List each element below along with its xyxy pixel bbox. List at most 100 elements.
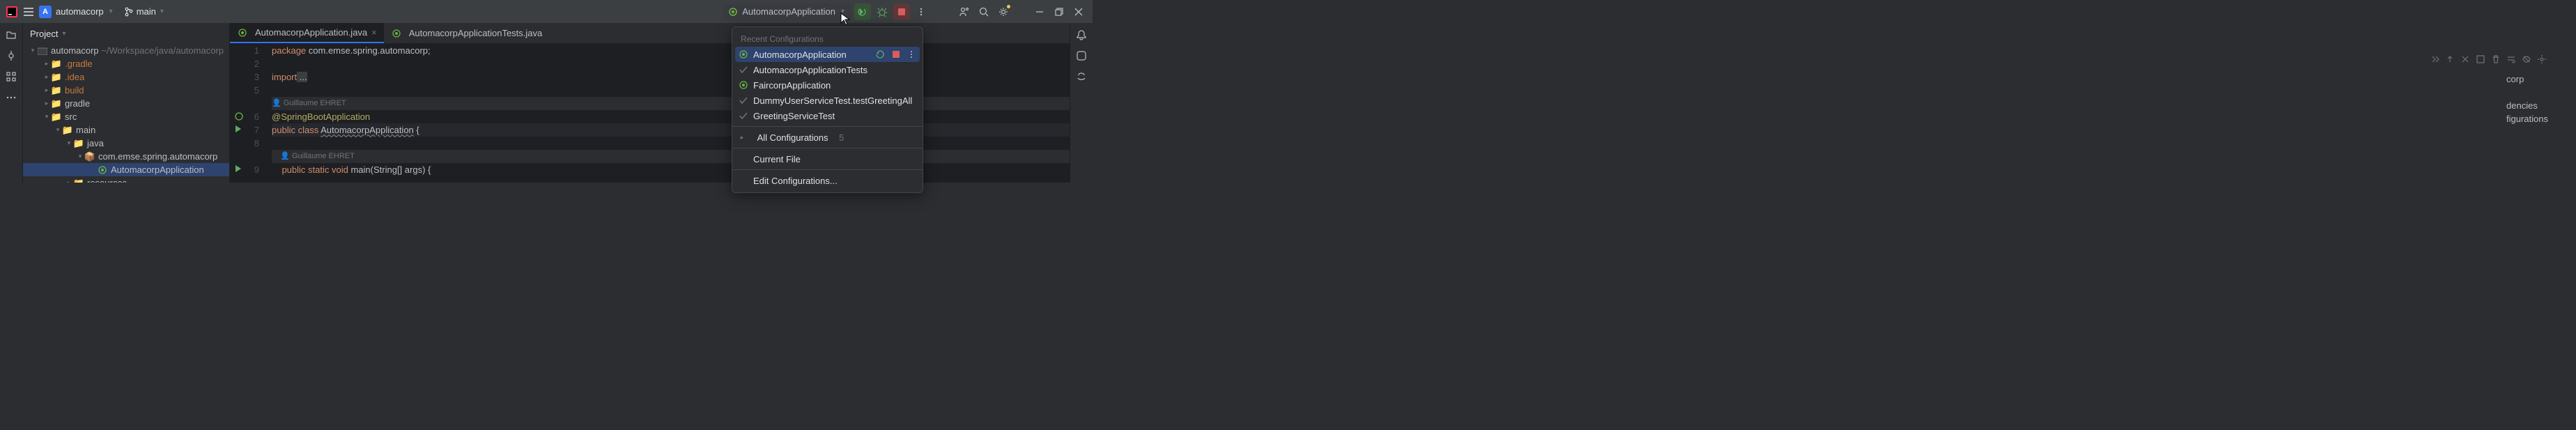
- popup-item[interactable]: FaircorpApplication: [732, 77, 923, 93]
- save-icon[interactable]: [2474, 53, 2487, 66]
- tree-item[interactable]: ▾📁src: [23, 110, 229, 123]
- intellij-logo-icon: [6, 6, 18, 18]
- popup-item-selected[interactable]: AutomacorpApplication: [735, 47, 920, 62]
- debug-button[interactable]: [874, 3, 890, 20]
- tree-item[interactable]: ▾📁main: [23, 123, 229, 137]
- folder-icon: 📁: [51, 72, 62, 83]
- spring-icon: [97, 164, 108, 176]
- editor-tab-active[interactable]: AutomacorpApplication.java ×: [230, 23, 384, 43]
- popup-item[interactable]: AutomacorpApplicationTests: [732, 62, 923, 77]
- run-gutter-icon[interactable]: [234, 112, 244, 121]
- test-icon: [738, 64, 749, 75]
- tree-item-selected[interactable]: AutomacorpApplication: [23, 163, 229, 176]
- vcs-branch[interactable]: main ▾: [124, 6, 164, 17]
- code-with-me-icon[interactable]: [956, 3, 973, 20]
- line-number: 3: [230, 70, 259, 84]
- author-annotation: 👤 Guillaume EHRET: [272, 150, 1070, 163]
- editor-tab[interactable]: AutomacorpApplicationTests.java: [384, 23, 550, 43]
- run-config-popup: Recent Configurations AutomacorpApplicat…: [732, 26, 923, 193]
- more-tool-icon[interactable]: [5, 91, 17, 104]
- settings-icon[interactable]: [2536, 53, 2548, 66]
- tree-item[interactable]: ▸📁gradle: [23, 97, 229, 110]
- gradle-tool-icon[interactable]: [1075, 70, 1088, 83]
- spring-icon: [391, 28, 402, 39]
- occluded-text: corp dencies figurations: [2506, 72, 2548, 125]
- project-badge: A: [39, 6, 52, 18]
- folder-icon: 📁: [51, 112, 62, 123]
- folder-icon: [37, 45, 48, 56]
- popup-current-file[interactable]: Current File: [732, 151, 923, 167]
- run-panel-toolbar: [2428, 53, 2548, 66]
- code-line[interactable]: @SpringBootApplication: [272, 110, 1070, 123]
- tree-item[interactable]: ▸📁resources: [23, 176, 229, 183]
- spring-icon: [738, 49, 749, 60]
- trash-icon[interactable]: [2490, 53, 2502, 66]
- chevron-down-icon: ▾: [160, 8, 164, 15]
- popup-item[interactable]: GreetingServiceTest: [732, 108, 923, 123]
- run-button[interactable]: [854, 3, 871, 20]
- chevron-down-icon[interactable]: ▾: [109, 8, 113, 15]
- branch-name: main: [137, 6, 156, 17]
- chevron-down-icon: ▾: [62, 30, 65, 38]
- tree-item[interactable]: ▾📁java: [23, 137, 229, 150]
- spring-icon: [738, 79, 749, 91]
- more-icon[interactable]: [913, 3, 930, 20]
- notifications-icon[interactable]: [1075, 29, 1088, 41]
- up-icon[interactable]: [2444, 53, 2456, 66]
- popup-item[interactable]: DummyUserServiceTest.testGreetingAll: [732, 93, 923, 108]
- test-icon: [738, 110, 749, 121]
- close-icon[interactable]: [1070, 3, 1087, 20]
- run-gutter-icon[interactable]: [234, 164, 244, 174]
- folder-icon: 📁: [51, 98, 62, 109]
- stop-button[interactable]: [893, 3, 910, 20]
- stop-icon[interactable]: [890, 49, 902, 60]
- popup-header: Recent Configurations: [732, 31, 923, 47]
- tree-root[interactable]: ▾ automacorp ~/Workspace/java/automacorp: [23, 44, 229, 57]
- scroll-icon[interactable]: [2428, 53, 2441, 66]
- minimize-icon[interactable]: [1031, 3, 1048, 20]
- hide-icon[interactable]: [2520, 53, 2533, 66]
- run-gutter-icon[interactable]: [234, 125, 244, 135]
- clear-icon[interactable]: [2459, 53, 2471, 66]
- folder-icon: 📁: [62, 125, 73, 136]
- tree-item[interactable]: ▸📁.gradle: [23, 57, 229, 70]
- line-number: 8: [230, 137, 259, 150]
- rerun-icon[interactable]: [875, 49, 886, 60]
- project-tool-icon[interactable]: [5, 29, 17, 41]
- project-name[interactable]: automacorp: [56, 6, 104, 17]
- source-folder-icon: 📁: [73, 138, 84, 149]
- tree-item[interactable]: ▸📁build: [23, 84, 229, 97]
- popup-edit-configs[interactable]: Edit Configurations...: [732, 173, 923, 188]
- code-line[interactable]: import ...: [272, 70, 1070, 84]
- code-line[interactable]: [272, 84, 1070, 97]
- settings-icon[interactable]: [995, 3, 1012, 20]
- run-config-label: AutomacorpApplication: [742, 6, 835, 17]
- code-line[interactable]: package com.emse.spring.automacorp;: [272, 44, 1070, 57]
- line-number: 1: [230, 44, 259, 57]
- line-number: 6: [230, 110, 259, 123]
- line-number: [230, 97, 259, 110]
- code-line[interactable]: [272, 57, 1070, 70]
- code-line[interactable]: public class AutomacorpApplication {: [272, 123, 1070, 137]
- code-line[interactable]: [272, 137, 1070, 150]
- line-number: [230, 150, 259, 163]
- author-annotation: 👤 Guillaume EHRET: [272, 97, 1070, 110]
- structure-tool-icon[interactable]: [5, 70, 17, 83]
- run-config-selector[interactable]: AutomacorpApplication ▾: [723, 3, 851, 20]
- project-panel-header[interactable]: Project ▾: [23, 23, 229, 44]
- more-icon[interactable]: [906, 49, 917, 60]
- resources-folder-icon: 📁: [73, 178, 84, 183]
- close-tab-icon[interactable]: ×: [371, 27, 377, 38]
- commit-tool-icon[interactable]: [5, 49, 17, 62]
- ai-assistant-icon[interactable]: [1075, 49, 1088, 62]
- tree-item[interactable]: ▸📁.idea: [23, 70, 229, 84]
- line-number: 7: [230, 123, 259, 137]
- main-menu-icon[interactable]: [22, 6, 35, 18]
- search-icon[interactable]: [975, 3, 992, 20]
- line-number: 2: [230, 57, 259, 70]
- wrap-icon[interactable]: [2505, 53, 2517, 66]
- restore-icon[interactable]: [1051, 3, 1067, 20]
- code-line[interactable]: public static void main(String[] args) {: [272, 163, 1070, 176]
- popup-all-configs[interactable]: ▸ All Configurations 5: [732, 130, 923, 145]
- tree-item[interactable]: ▾📦com.emse.spring.automacorp: [23, 150, 229, 163]
